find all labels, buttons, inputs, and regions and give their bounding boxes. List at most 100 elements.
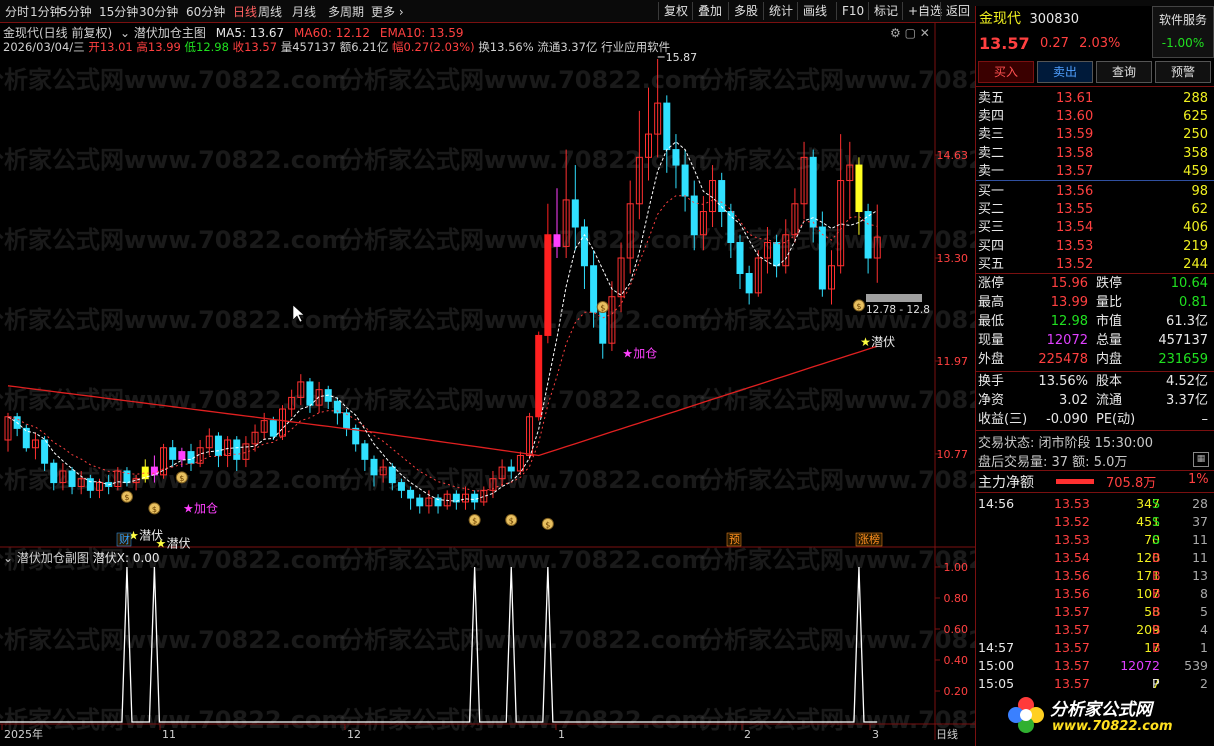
candle[interactable] — [617, 242, 625, 313]
orderbook-row[interactable]: 卖四 13.60 625 — [978, 107, 1210, 126]
candle[interactable] — [663, 95, 671, 173]
candle[interactable] — [800, 141, 808, 220]
candle[interactable] — [141, 459, 149, 483]
period-tab[interactable]: 5分钟 — [60, 3, 92, 20]
candle[interactable] — [214, 432, 222, 468]
candle[interactable] — [397, 478, 405, 499]
candle[interactable] — [535, 331, 543, 421]
period-tab[interactable]: 更多 › — [371, 3, 404, 20]
orderbook-row[interactable]: 买五 13.52 244 — [978, 255, 1210, 274]
toolbar-button[interactable]: 叠加 — [692, 2, 727, 20]
candle[interactable] — [150, 455, 158, 483]
candle[interactable] — [471, 490, 479, 510]
candle[interactable] — [462, 486, 469, 510]
candle[interactable] — [516, 451, 524, 475]
candle[interactable] — [544, 203, 552, 344]
period-tab[interactable]: 多周期 — [328, 3, 364, 20]
candle[interactable] — [873, 204, 881, 283]
tick-row[interactable]: 13.56 107 B 8 — [978, 584, 1210, 603]
candle[interactable] — [672, 134, 680, 189]
candle[interactable] — [791, 188, 799, 243]
kline-chart[interactable]: 14.63 13.30 11.97 10.77 15.87 12.78 - 12.8 $ $ $… — [0, 22, 975, 746]
candle[interactable] — [553, 188, 561, 258]
candle[interactable] — [773, 234, 781, 278]
tick-row[interactable]: 14:57 13.57 17 B 1 — [978, 638, 1210, 657]
candle[interactable] — [681, 149, 689, 212]
chevron-down-icon[interactable]: ⌄ — [3, 551, 13, 565]
period-tab[interactable]: 分时 — [5, 3, 29, 20]
candle[interactable] — [361, 439, 369, 471]
period-indicator[interactable]: 日线 — [936, 727, 958, 741]
tick-row[interactable]: 14:56 13.53 347 S 28 — [978, 494, 1210, 513]
period-tab[interactable]: 30分钟 — [139, 3, 178, 20]
candle[interactable] — [718, 172, 726, 228]
candle[interactable] — [690, 180, 698, 251]
buy-button[interactable]: 买入 — [978, 61, 1034, 83]
candle[interactable] — [86, 474, 94, 499]
candle[interactable] — [242, 436, 250, 468]
tick-row[interactable]: 13.54 120 B 11 — [978, 548, 1210, 567]
candle[interactable] — [745, 265, 753, 305]
candle[interactable] — [324, 385, 332, 410]
candle[interactable] — [846, 141, 854, 220]
candle[interactable] — [635, 110, 643, 220]
candle[interactable] — [187, 443, 195, 471]
candle[interactable] — [416, 494, 424, 514]
toolbar-button[interactable]: 多股 — [728, 2, 763, 20]
toolbar-button[interactable]: 复权 — [658, 2, 693, 20]
orderbook-row[interactable]: 卖二 13.58 358 — [978, 144, 1210, 163]
orderbook-row[interactable]: 卖一 13.57 459 — [978, 162, 1210, 181]
candle[interactable] — [425, 490, 433, 514]
candle[interactable] — [288, 389, 296, 417]
candle[interactable] — [68, 467, 76, 495]
candle[interactable] — [434, 494, 442, 514]
candle[interactable] — [452, 490, 460, 510]
window-icon[interactable]: ▢ — [905, 26, 916, 40]
candle[interactable] — [169, 439, 177, 468]
candle[interactable] — [864, 203, 872, 274]
candle[interactable] — [315, 381, 323, 413]
candle[interactable] — [580, 219, 588, 289]
candle[interactable] — [828, 250, 835, 305]
candle[interactable] — [132, 474, 140, 491]
tick-row[interactable]: 13.57 209 B 4 — [978, 620, 1210, 639]
sell-button[interactable]: 卖出 — [1037, 61, 1093, 83]
toolbar-button[interactable]: F10 — [836, 2, 869, 20]
candle[interactable] — [352, 424, 360, 452]
settings-icon[interactable]: ⚙ — [890, 26, 901, 40]
candle[interactable] — [809, 149, 817, 243]
period-tab[interactable]: 周线 — [258, 3, 282, 20]
candle[interactable] — [123, 467, 131, 487]
candle[interactable] — [562, 149, 570, 258]
candle[interactable] — [114, 467, 122, 491]
orderbook-row[interactable]: 卖五 13.61 288 — [978, 89, 1210, 108]
orderbook-row[interactable]: 买一 13.56 98 — [978, 182, 1210, 201]
alert-button[interactable]: 预警 — [1155, 61, 1211, 83]
period-tab[interactable]: 15分钟 — [99, 3, 138, 20]
candle[interactable] — [571, 165, 579, 251]
candle[interactable] — [50, 459, 58, 491]
candle[interactable] — [407, 486, 415, 510]
period-tab[interactable]: 1分钟 — [30, 3, 62, 20]
candle[interactable] — [343, 409, 351, 437]
period-tab[interactable]: 60分钟 — [186, 3, 225, 20]
orderbook-row[interactable]: 买三 13.54 406 — [978, 218, 1210, 237]
candle[interactable] — [370, 455, 378, 487]
period-tab[interactable]: 月线 — [292, 3, 316, 20]
candle[interactable] — [608, 281, 616, 351]
candle[interactable] — [260, 412, 268, 440]
chevron-down-icon[interactable]: ⌄ — [120, 26, 130, 40]
candle[interactable] — [160, 443, 168, 479]
toolbar-button[interactable]: 返回 — [940, 2, 975, 20]
orderbook-row[interactable]: 买二 13.55 62 — [978, 200, 1210, 219]
tick-row[interactable]: 15:00 13.57 12072 539 — [978, 656, 1210, 675]
candle[interactable] — [590, 250, 598, 328]
indicator-name[interactable]: 潜伏加仓主图 — [134, 26, 206, 40]
candle[interactable] — [251, 424, 259, 452]
toolbar-button[interactable]: 画线 — [797, 2, 832, 20]
candle[interactable] — [645, 87, 652, 181]
sector-box[interactable]: 软件服务 -1.00% — [1152, 6, 1214, 58]
sub-indicator-name[interactable]: 潜伏加仓副图 — [17, 551, 89, 565]
candle[interactable] — [224, 436, 232, 468]
candle[interactable] — [77, 470, 85, 495]
